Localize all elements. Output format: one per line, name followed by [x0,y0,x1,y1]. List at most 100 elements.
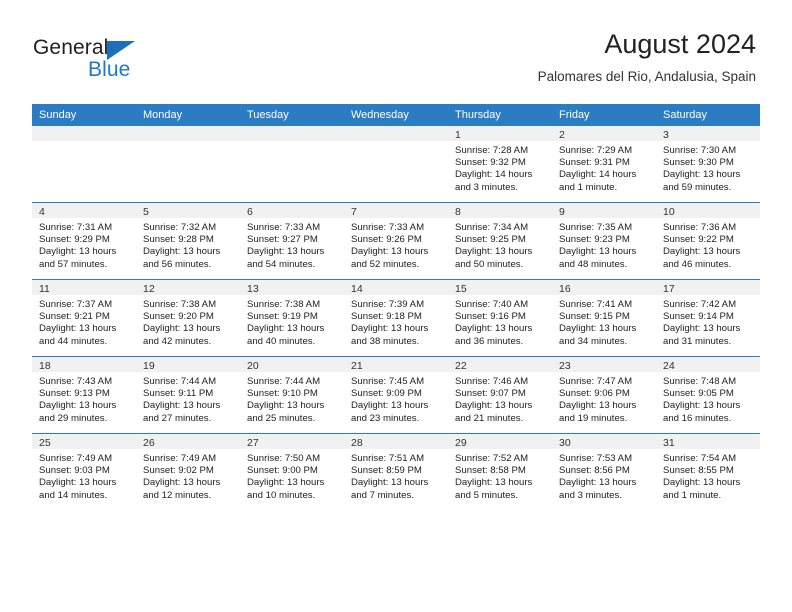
general-blue-logo[interactable]: General Blue [33,36,213,84]
day-detail-line: Sunrise: 7:49 AM [143,453,217,464]
day-detail-line: Daylight: 13 hours [663,400,741,412]
day-detail-line: Sunset: 9:11 PM [143,388,214,400]
day-detail-line: Daylight: 13 hours [247,246,325,258]
day-detail-line: and 23 minutes. [351,412,420,424]
day-detail-line: Sunrise: 7:50 AM [247,453,321,464]
day-detail-line: Sunset: 9:31 PM [559,157,630,169]
day-number: 1 [448,126,552,141]
day-detail-line: Sunset: 9:05 PM [663,388,734,400]
calendar-day-cell[interactable]: 16 Sunrise: 7:41 AM Sunset: 9:15 PM Dayligh… [552,279,656,357]
day-detail-line: Daylight: 13 hours [455,477,533,489]
day-detail-line: and 44 minutes. [39,335,108,347]
day-number: 24 [656,357,760,372]
weekday-header-saturday: Saturday [656,104,760,126]
calendar-week-row: 4 Sunrise: 7:31 AM Sunset: 9:29 PM Daylight… [32,202,760,280]
day-detail-line: Sunset: 9:15 PM [559,311,630,323]
calendar-day-cell[interactable]: 29 Sunrise: 7:52 AM Sunset: 8:58 PM Dayligh… [448,433,552,510]
calendar-day-cell[interactable]: 21 Sunrise: 7:45 AM Sunset: 9:09 PM Dayligh… [344,356,448,434]
calendar-body: 1 Sunrise: 7:28 AM Sunset: 9:32 PM Daylight… [32,126,760,510]
day-number: 10 [656,203,760,218]
day-detail-line: and 57 minutes. [39,258,108,270]
calendar-day-cell[interactable]: 17 Sunrise: 7:42 AM Sunset: 9:14 PM Dayligh… [656,279,760,357]
calendar-day-cell[interactable]: 6 Sunrise: 7:33 AM Sunset: 9:27 PM Daylight… [240,202,344,280]
calendar-day-cell[interactable]: 2 Sunrise: 7:29 AM Sunset: 9:31 PM Daylight… [552,126,656,203]
day-detail-line: Daylight: 13 hours [247,323,325,335]
day-details: Sunrise: 7:44 AM Sunset: 9:11 PM Daylight:… [136,372,240,425]
day-detail-line: and 46 minutes. [663,258,732,270]
calendar-day-cell[interactable]: 28 Sunrise: 7:51 AM Sunset: 8:59 PM Dayligh… [344,433,448,510]
day-detail-line: and 56 minutes. [143,258,212,270]
day-detail-line: and 29 minutes. [39,412,108,424]
day-number: 6 [240,203,344,218]
calendar-day-cell[interactable]: 9 Sunrise: 7:35 AM Sunset: 9:23 PM Daylight… [552,202,656,280]
day-detail-line: Sunrise: 7:43 AM [39,376,113,387]
calendar-day-cell[interactable]: 23 Sunrise: 7:47 AM Sunset: 9:06 PM Dayligh… [552,356,656,434]
day-number: 30 [552,434,656,449]
calendar-day-cell[interactable]: 11 Sunrise: 7:37 AM Sunset: 9:21 PM Dayligh… [32,279,136,357]
calendar-day-cell[interactable]: 19 Sunrise: 7:44 AM Sunset: 9:11 PM Dayligh… [136,356,240,434]
calendar-day-cell[interactable]: 12 Sunrise: 7:38 AM Sunset: 9:20 PM Dayligh… [136,279,240,357]
day-detail-line: Sunrise: 7:53 AM [559,453,633,464]
day-detail-line: Sunset: 9:29 PM [39,234,110,246]
calendar-day-cell[interactable]: 31 Sunrise: 7:54 AM Sunset: 8:55 PM Dayligh… [656,433,760,510]
day-detail-line: Sunset: 9:26 PM [351,234,422,246]
day-detail-line: and 5 minutes. [455,489,518,501]
calendar-day-cell[interactable]: 1 Sunrise: 7:28 AM Sunset: 9:32 PM Daylight… [448,126,552,203]
day-detail-line: Daylight: 13 hours [143,246,221,258]
calendar-day-cell[interactable]: 4 Sunrise: 7:31 AM Sunset: 9:29 PM Daylight… [32,202,136,280]
day-detail-line: Sunrise: 7:37 AM [39,299,113,310]
day-detail-line: Daylight: 13 hours [663,246,741,258]
day-number: 18 [32,357,136,372]
calendar-day-cell[interactable]: 14 Sunrise: 7:39 AM Sunset: 9:18 PM Dayligh… [344,279,448,357]
calendar-day-cell[interactable]: 13 Sunrise: 7:38 AM Sunset: 9:19 PM Dayligh… [240,279,344,357]
day-details: Sunrise: 7:48 AM Sunset: 9:05 PM Daylight:… [656,372,760,425]
calendar-day-cell[interactable]: 24 Sunrise: 7:48 AM Sunset: 9:05 PM Dayligh… [656,356,760,434]
calendar-day-cell[interactable]: 18 Sunrise: 7:43 AM Sunset: 9:13 PM Dayligh… [32,356,136,434]
day-detail-line: Sunset: 9:18 PM [351,311,422,323]
calendar-day-cell[interactable]: 25 Sunrise: 7:49 AM Sunset: 9:03 PM Dayligh… [32,433,136,510]
day-detail-line: and 10 minutes. [247,489,316,501]
day-details: Sunrise: 7:35 AM Sunset: 9:23 PM Daylight:… [552,218,656,271]
day-detail-line: and 54 minutes. [247,258,316,270]
calendar-day-cell[interactable]: 10 Sunrise: 7:36 AM Sunset: 9:22 PM Dayligh… [656,202,760,280]
calendar-day-cell[interactable]: 30 Sunrise: 7:53 AM Sunset: 8:56 PM Dayligh… [552,433,656,510]
day-details: Sunrise: 7:46 AM Sunset: 9:07 PM Daylight:… [448,372,552,425]
day-number: 2 [552,126,656,141]
day-detail-line: Daylight: 13 hours [39,246,117,258]
day-detail-line: Sunset: 9:19 PM [247,311,318,323]
day-detail-line: Sunrise: 7:35 AM [559,222,633,233]
day-detail-line: and 42 minutes. [143,335,212,347]
day-number: 25 [32,434,136,449]
day-detail-line: Sunset: 9:28 PM [143,234,214,246]
day-number: 29 [448,434,552,449]
calendar-day-cell[interactable]: 7 Sunrise: 7:33 AM Sunset: 9:26 PM Daylight… [344,202,448,280]
day-number [32,126,136,141]
calendar-day-cell[interactable]: 22 Sunrise: 7:46 AM Sunset: 9:07 PM Dayligh… [448,356,552,434]
calendar-week-row: 1 Sunrise: 7:28 AM Sunset: 9:32 PM Daylight… [32,126,760,203]
day-detail-line: Sunrise: 7:32 AM [143,222,217,233]
calendar-day-cell[interactable]: 26 Sunrise: 7:49 AM Sunset: 9:02 PM Dayligh… [136,433,240,510]
calendar-day-cell[interactable]: 3 Sunrise: 7:30 AM Sunset: 9:30 PM Daylight… [656,126,760,203]
logo-text-general: General [33,36,109,59]
day-details: Sunrise: 7:50 AM Sunset: 9:00 PM Daylight:… [240,449,344,502]
weekday-header-thursday: Thursday [448,104,552,126]
calendar-day-cell[interactable]: 5 Sunrise: 7:32 AM Sunset: 9:28 PM Daylight… [136,202,240,280]
day-detail-line: Sunrise: 7:54 AM [663,453,737,464]
day-detail-line: Daylight: 13 hours [351,323,429,335]
day-detail-line: Daylight: 13 hours [247,477,325,489]
day-detail-line: Sunset: 9:30 PM [663,157,734,169]
day-details: Sunrise: 7:34 AM Sunset: 9:25 PM Daylight:… [448,218,552,271]
day-details: Sunrise: 7:36 AM Sunset: 9:22 PM Daylight:… [656,218,760,271]
calendar-day-cell[interactable]: 27 Sunrise: 7:50 AM Sunset: 9:00 PM Dayligh… [240,433,344,510]
day-detail-line: Sunset: 9:25 PM [455,234,526,246]
calendar-day-cell[interactable]: 8 Sunrise: 7:34 AM Sunset: 9:25 PM Daylight… [448,202,552,280]
calendar-day-cell[interactable]: 20 Sunrise: 7:44 AM Sunset: 9:10 PM Dayligh… [240,356,344,434]
day-detail-line: Sunset: 8:58 PM [455,465,526,477]
page-title: August 2024 [604,29,756,59]
day-detail-line: Sunrise: 7:52 AM [455,453,529,464]
day-detail-line: Daylight: 13 hours [559,400,637,412]
weekday-header-monday: Monday [136,104,240,126]
day-number: 4 [32,203,136,218]
calendar-week-row: 18 Sunrise: 7:43 AM Sunset: 9:13 PM Dayligh… [32,356,760,434]
calendar-day-cell[interactable]: 15 Sunrise: 7:40 AM Sunset: 9:16 PM Dayligh… [448,279,552,357]
